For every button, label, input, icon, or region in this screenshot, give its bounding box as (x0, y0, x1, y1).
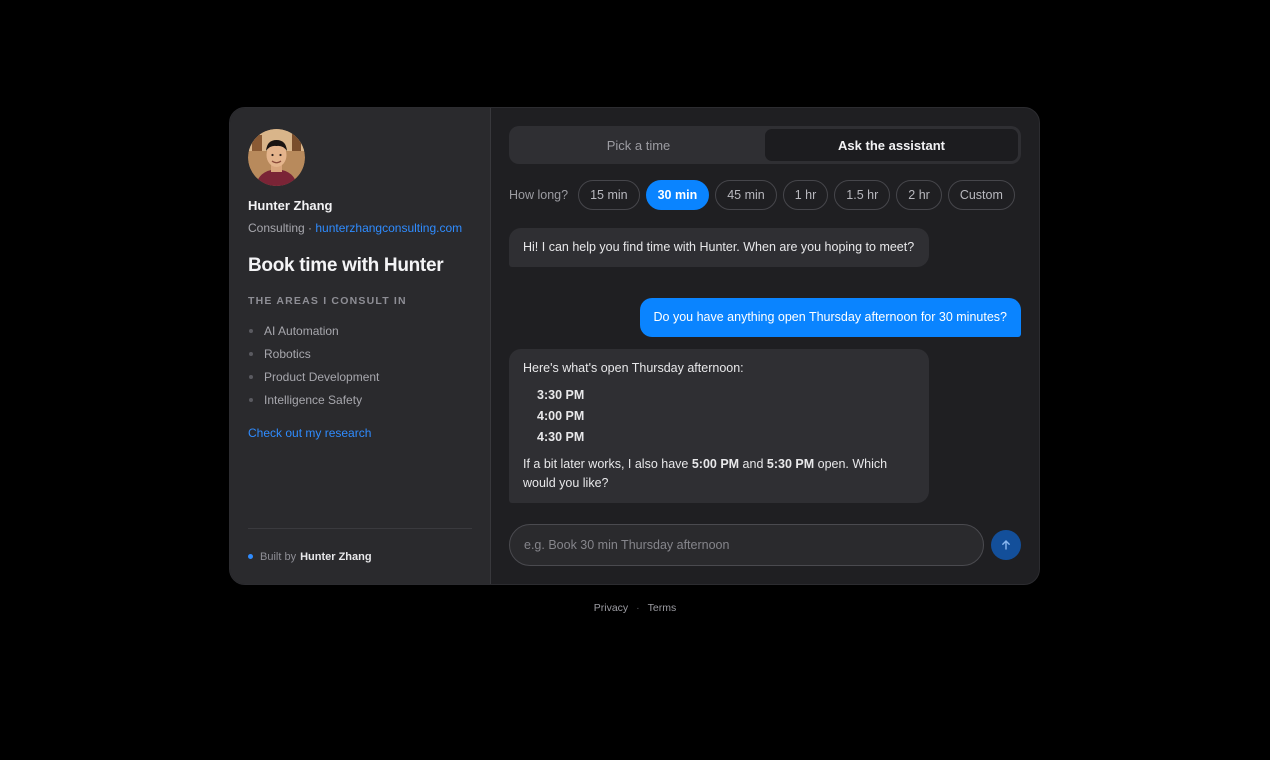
built-by-name: Hunter Zhang (300, 550, 372, 563)
list-item: Product Development (248, 365, 472, 388)
time-slot: 4:00 PM (537, 409, 585, 423)
area-label: Robotics (264, 346, 311, 361)
bullet-icon (249, 397, 253, 402)
bullet-icon (249, 351, 253, 356)
booking-card: Hunter Zhang Consulting · hunterzhangcon… (229, 107, 1040, 585)
duration-option-30-min[interactable]: 30 min (645, 180, 710, 210)
status-dot-icon (248, 554, 253, 559)
duration-option-custom[interactable]: Custom (947, 180, 1015, 210)
duration-option-15-min[interactable]: 15 min (578, 180, 640, 210)
profile-subtitle: Consulting · hunterzhangconsulting.com (248, 221, 472, 235)
time-slot-list: 3:30 PM 4:00 PM 4:30 PM (537, 385, 915, 448)
duration-selector: How long? 15 min 30 min 45 min 1 hr 1.5 … (509, 180, 1021, 210)
bullet-icon (249, 328, 253, 333)
avatar (248, 129, 305, 186)
assistant-message: Hi! I can help you find time with Hunter… (509, 228, 929, 267)
duration-option-45-min[interactable]: 45 min (715, 180, 777, 210)
duration-option-1-hr[interactable]: 1 hr (782, 180, 829, 210)
page-title: Book time with Hunter (248, 255, 444, 276)
assistant-message: Here's what's open Thursday afternoon: 3… (509, 349, 929, 503)
assistant-panel: Pick a time Ask the assistant How long? … (491, 108, 1039, 584)
areas-heading: THE AREAS I CONSULT IN (248, 295, 407, 307)
time-slot: 4:30 PM (537, 430, 585, 444)
built-by-prefix: Built by (260, 550, 297, 563)
arrow-up-icon (1002, 540, 1010, 550)
list-item: Intelligence Safety (248, 388, 472, 411)
list-item: Robotics (248, 342, 472, 365)
list-item: AI Automation (248, 319, 472, 342)
duration-option-2-hr[interactable]: 2 hr (896, 180, 942, 210)
profile-separator: · (304, 221, 316, 235)
areas-list: AI Automation Robotics Product Developme… (248, 319, 472, 411)
duration-option-1-5-hr[interactable]: 1.5 hr (834, 180, 891, 210)
send-button[interactable] (991, 530, 1021, 560)
message-followup: If a bit later works, I also have 5:00 P… (523, 455, 915, 493)
area-label: AI Automation (264, 323, 339, 338)
tab-pick-a-time[interactable]: Pick a time (512, 129, 765, 161)
message-intro: Here's what's open Thursday afternoon: (523, 361, 744, 375)
footer-separator: · (636, 602, 640, 614)
duration-label: How long? (509, 188, 569, 202)
research-link[interactable]: Check out my research (248, 426, 371, 440)
area-label: Intelligence Safety (264, 392, 363, 407)
area-label: Product Development (264, 369, 380, 384)
profile-name: Hunter Zhang (248, 198, 333, 213)
profile-sidebar: Hunter Zhang Consulting · hunterzhangcon… (230, 108, 491, 584)
message-input[interactable] (509, 524, 984, 566)
website-link[interactable]: hunterzhangconsulting.com (315, 221, 462, 235)
followup-text: and (739, 457, 767, 471)
message-composer (509, 524, 1021, 566)
time-slot: 5:30 PM (766, 457, 815, 471)
followup-text: If a bit later works, I also have (523, 457, 692, 471)
terms-link[interactable]: Terms (648, 602, 677, 614)
bullet-icon (249, 374, 253, 379)
page-footer: Privacy · Terms (0, 602, 1270, 614)
chat-thread: Hi! I can help you find time with Hunter… (509, 228, 1021, 508)
time-slot: 5:00 PM (691, 457, 740, 471)
profile-role: Consulting (248, 221, 305, 235)
tab-ask-the-assistant[interactable]: Ask the assistant (765, 129, 1018, 161)
time-slot: 3:30 PM (537, 388, 585, 402)
mode-tabs: Pick a time Ask the assistant (509, 126, 1021, 164)
user-message: Do you have anything open Thursday after… (639, 298, 1021, 337)
privacy-link[interactable]: Privacy (594, 602, 628, 614)
built-by-footer: Built by Hunter Zhang (248, 528, 472, 584)
